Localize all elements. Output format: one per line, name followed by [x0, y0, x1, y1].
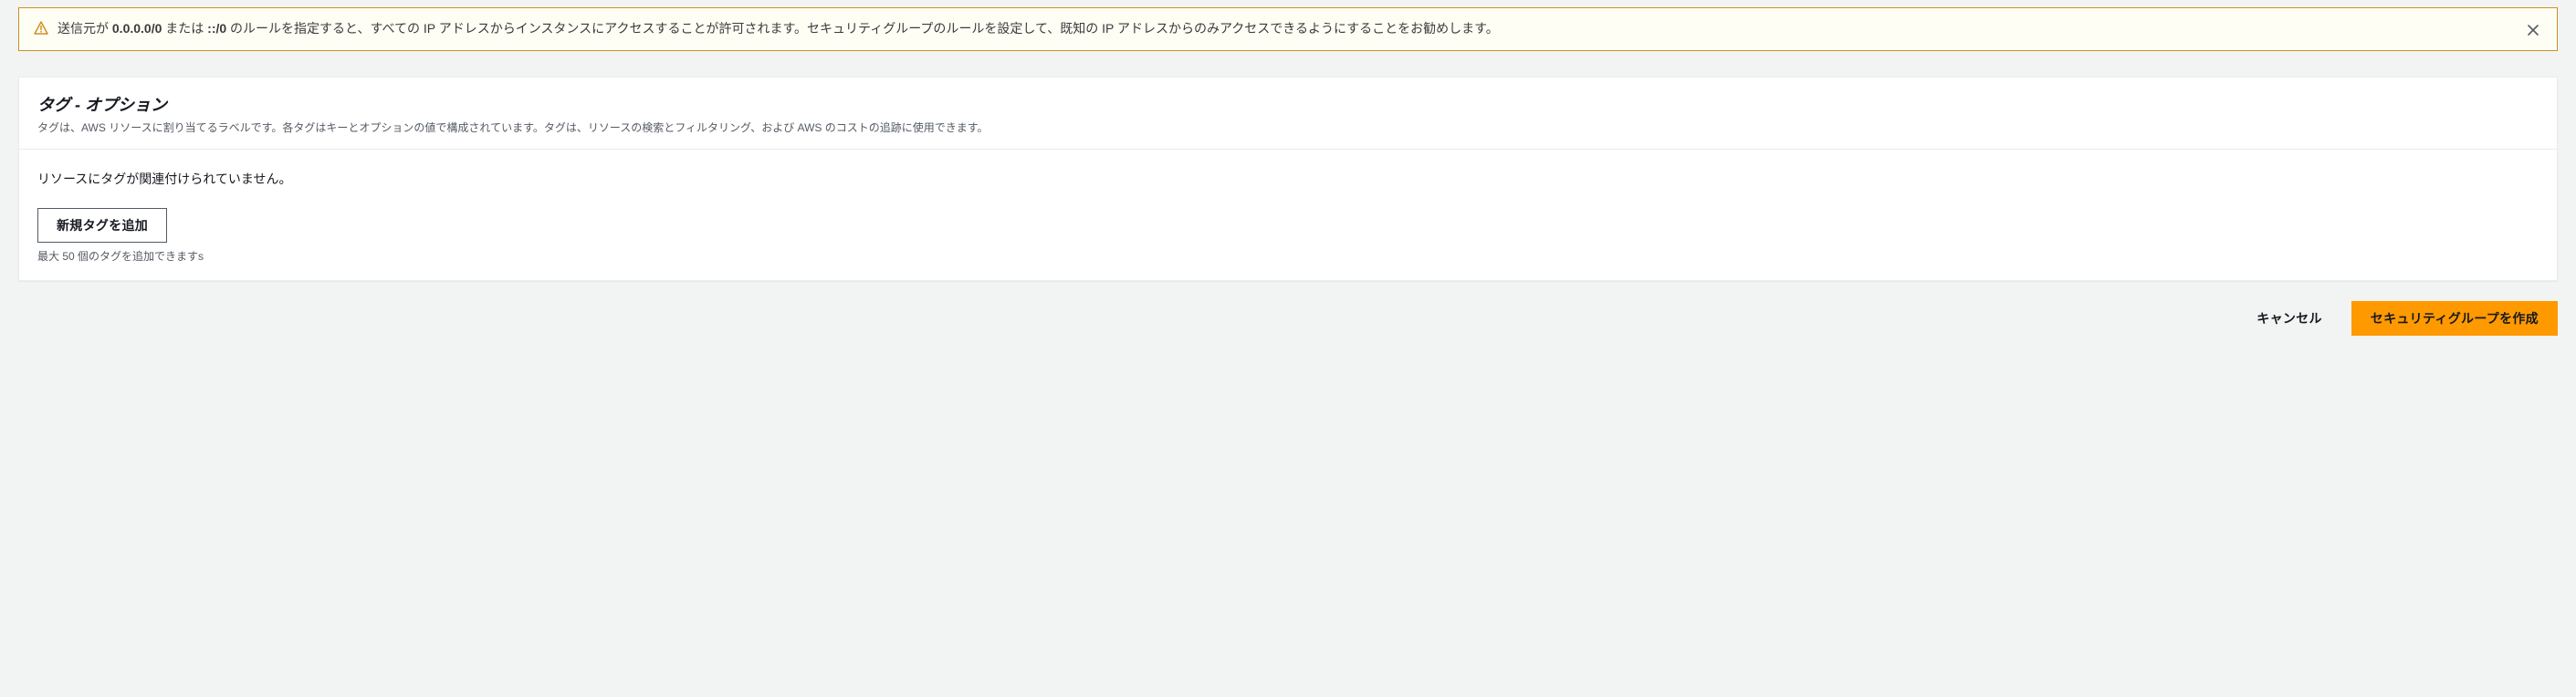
tags-limit-hint: 最大 50 個のタグを追加できますs [37, 248, 2539, 264]
tags-panel-title: タグ - オプション [37, 92, 2539, 116]
tags-panel-body: リソースにタグが関連付けられていません。 新規タグを追加 最大 50 個のタグを… [19, 150, 2557, 280]
warning-icon [34, 21, 48, 38]
cancel-button[interactable]: キャンセル [2240, 302, 2339, 335]
footer-actions: キャンセル セキュリティグループを作成 [18, 301, 2558, 336]
warning-message: 送信元が 0.0.0.0/0 または ::/0 のルールを指定すると、すべての … [58, 19, 2515, 39]
tags-empty-message: リソースにタグが関連付けられていません。 [37, 170, 2539, 188]
create-security-group-button[interactable]: セキュリティグループを作成 [2351, 301, 2558, 336]
tags-panel-description: タグは、AWS リソースに割り当てるラベルです。各タグはキーとオプションの値で構… [37, 120, 2539, 136]
close-icon[interactable] [2524, 21, 2542, 39]
add-tag-button[interactable]: 新規タグを追加 [37, 208, 167, 243]
tags-panel-header: タグ - オプション タグは、AWS リソースに割り当てるラベルです。各タグはキ… [19, 78, 2557, 150]
warning-alert: 送信元が 0.0.0.0/0 または ::/0 のルールを指定すると、すべての … [18, 7, 2558, 51]
tags-panel: タグ - オプション タグは、AWS リソースに割り当てるラベルです。各タグはキ… [18, 77, 2558, 281]
